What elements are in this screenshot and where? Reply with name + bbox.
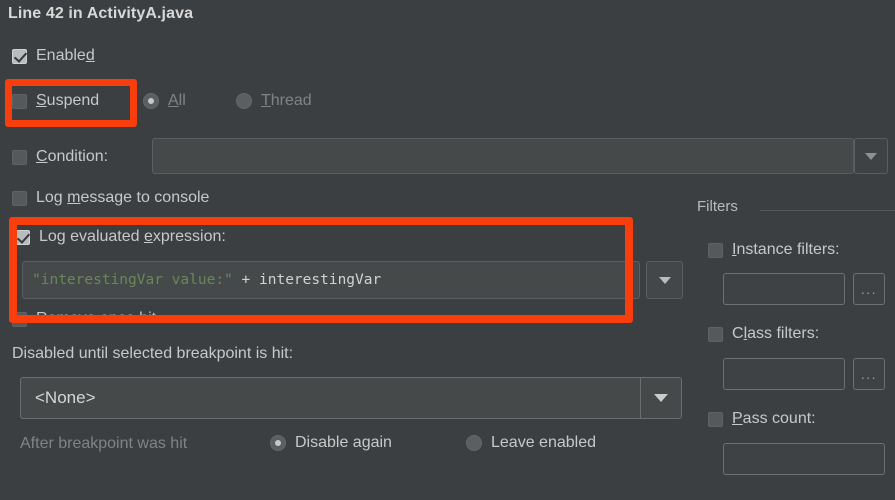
dependency-combo-arrow-button[interactable] xyxy=(641,394,681,402)
class-filters-input[interactable] xyxy=(723,358,845,390)
suspend-thread-radio[interactable] xyxy=(236,93,252,109)
remove-once-hit-checkbox[interactable] xyxy=(12,311,27,327)
condition-dropdown-button[interactable] xyxy=(854,138,888,174)
instance-filters-checkbox[interactable] xyxy=(708,242,723,258)
log-expression-checkbox[interactable] xyxy=(15,229,30,245)
class-filters-label: Class filters: xyxy=(732,325,820,342)
disable-again-label: Disable again xyxy=(295,434,392,451)
suspend-thread-label: Thread xyxy=(261,92,312,109)
condition-input[interactable] xyxy=(152,138,854,174)
remove-once-hit-checkbox-row[interactable]: Remove once hit xyxy=(12,310,156,328)
instance-filters-label: Instance filters: xyxy=(732,241,840,258)
condition-checkbox-row[interactable]: Condition: xyxy=(12,148,108,166)
leave-enabled-radio[interactable] xyxy=(466,435,482,451)
leave-enabled-label: Leave enabled xyxy=(491,434,596,451)
breakpoint-properties-panel: Line 42 in ActivityA.java Enabled Suspen… xyxy=(0,0,895,500)
log-expression-dropdown-button[interactable] xyxy=(646,261,683,299)
filters-separator xyxy=(760,210,895,211)
class-filters-checkbox-row[interactable]: Class filters: xyxy=(708,325,819,343)
instance-filters-browse-button[interactable]: ... xyxy=(853,273,885,305)
suspend-checkbox[interactable] xyxy=(12,93,27,109)
suspend-all-radio-row[interactable]: All xyxy=(143,92,186,110)
filters-section-title: Filters xyxy=(697,198,738,215)
leave-enabled-radio-row[interactable]: Leave enabled xyxy=(466,434,596,452)
suspend-all-label: All xyxy=(168,92,186,109)
remove-once-hit-label: Remove once hit xyxy=(36,310,157,327)
chevron-down-icon xyxy=(865,152,877,160)
suspend-all-radio[interactable] xyxy=(143,93,159,109)
chevron-down-icon xyxy=(658,276,671,284)
after-breakpoint-hit-label: After breakpoint was hit xyxy=(20,435,188,452)
suspend-checkbox-row[interactable]: Suspend xyxy=(12,92,99,110)
log-message-checkbox-row[interactable]: Log message to console xyxy=(12,189,209,207)
enabled-checkbox[interactable] xyxy=(12,48,27,64)
log-message-label: Log message to console xyxy=(36,189,210,206)
instance-filters-checkbox-row[interactable]: Instance filters: xyxy=(708,241,840,259)
chevron-down-icon xyxy=(654,394,668,402)
enabled-checkbox-row[interactable]: Enabled xyxy=(12,47,95,65)
log-expression-value: "interestingVar value:" + interestingVar xyxy=(32,272,382,288)
log-expression-checkbox-row[interactable]: Log evaluated expression: xyxy=(15,228,226,246)
log-expression-input[interactable]: "interestingVar value:" + interestingVar xyxy=(22,261,640,299)
instance-filters-input[interactable] xyxy=(723,273,845,305)
dependency-label: Disabled until selected breakpoint is hi… xyxy=(12,345,294,362)
suspend-thread-radio-row[interactable]: Thread xyxy=(236,92,312,110)
log-expression-label: Log evaluated expression: xyxy=(39,228,226,245)
log-message-checkbox[interactable] xyxy=(12,190,27,206)
pass-count-checkbox[interactable] xyxy=(708,411,723,427)
pass-count-label: Pass count: xyxy=(732,410,816,427)
disable-again-radio[interactable] xyxy=(270,435,286,451)
dependency-breakpoint-value: <None> xyxy=(35,388,96,407)
page-title: Line 42 in ActivityA.java xyxy=(8,5,194,22)
suspend-label: Suspend xyxy=(36,92,100,109)
pass-count-checkbox-row[interactable]: Pass count: xyxy=(708,410,816,428)
disable-again-radio-row[interactable]: Disable again xyxy=(270,434,392,452)
condition-label: Condition: xyxy=(36,148,109,165)
class-filters-checkbox[interactable] xyxy=(708,326,723,342)
enabled-label: Enabled xyxy=(36,47,95,64)
class-filters-browse-button[interactable]: ... xyxy=(853,358,885,390)
pass-count-input[interactable] xyxy=(723,443,885,475)
dependency-breakpoint-combo[interactable]: <None> xyxy=(20,377,682,419)
condition-checkbox[interactable] xyxy=(12,149,27,165)
